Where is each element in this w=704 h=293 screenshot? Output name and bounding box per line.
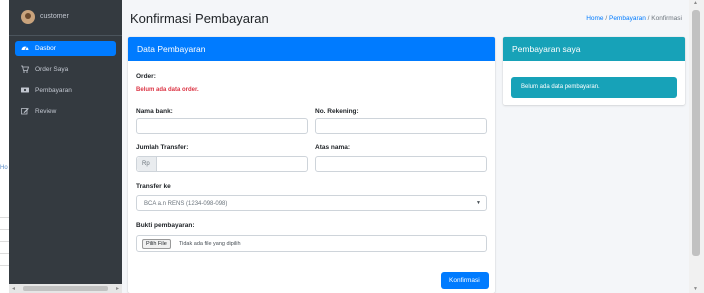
breadcrumb-current: Konfirmasi xyxy=(651,15,682,22)
divider xyxy=(0,241,9,242)
breadcrumb-pembayaran-link[interactable]: Pembayaran xyxy=(609,15,646,22)
divider xyxy=(0,217,9,218)
currency-prefix: Rp xyxy=(137,157,157,171)
sidebar-item-dasbor[interactable]: Dasbor xyxy=(15,41,116,56)
sidebar-item-review[interactable]: Review xyxy=(15,104,116,119)
choose-file-button[interactable]: Pilih File xyxy=(142,239,171,249)
scroll-right-icon[interactable]: ▸ xyxy=(116,285,119,292)
cart-icon xyxy=(21,65,29,73)
user-name: customer xyxy=(40,13,69,20)
account-holder-input[interactable] xyxy=(315,156,487,172)
sidebar-nav: Dasbor Order Saya Pembayaran Review xyxy=(9,41,122,125)
breadcrumb-separator: / xyxy=(647,15,650,22)
breadcrumb-home-link[interactable]: Home xyxy=(586,15,603,22)
file-status: Tidak ada file yang dipilih xyxy=(179,241,241,247)
transfer-amount-input[interactable]: Rp xyxy=(136,156,308,172)
scroll-down-icon[interactable]: ▼ xyxy=(693,286,698,292)
page-title: Konfirmasi Pembayaran xyxy=(130,11,269,26)
account-number-label: No. Rekening: xyxy=(315,108,359,115)
confirm-button[interactable]: Konfirmasi xyxy=(441,272,489,289)
background-window-label: Ho xyxy=(0,165,8,171)
card-title: Pembayaran saya xyxy=(512,44,581,54)
transfer-amount-label: Jumlah Transfer: xyxy=(136,144,189,151)
sidebar-horizontal-scrollbar[interactable]: ◂ ▸ xyxy=(9,284,122,293)
divider xyxy=(0,253,9,254)
divider xyxy=(0,229,9,230)
payment-card-icon xyxy=(21,87,29,93)
transfer-to-select[interactable]: BCA a.n RENS (1234-098-098) ▼ xyxy=(136,195,487,211)
account-holder-label: Atas nama: xyxy=(315,144,351,151)
sidebar-item-pembayaran[interactable]: Pembayaran xyxy=(15,83,116,98)
sidebar-item-label: Review xyxy=(35,108,57,115)
sidebar-item-label: Dasbor xyxy=(35,45,56,52)
proof-label: Bukti pembayaran: xyxy=(136,222,195,229)
my-payments-card: Pembayaran saya Belum ada data pembayara… xyxy=(503,37,685,105)
scroll-left-icon[interactable]: ◂ xyxy=(12,285,15,292)
order-label: Order: xyxy=(136,73,156,80)
dashboard-icon xyxy=(21,46,29,51)
user-panel[interactable]: customer xyxy=(9,0,122,36)
scrollbar-thumb[interactable] xyxy=(692,10,700,256)
divider xyxy=(0,265,9,266)
sidebar-item-label: Order Saya xyxy=(35,66,69,73)
sidebar-item-label: Pembayaran xyxy=(35,87,72,94)
order-error-message: Belum ada data order. xyxy=(136,87,199,93)
scrollbar-thumb[interactable] xyxy=(23,286,108,291)
bank-name-input[interactable] xyxy=(136,118,308,134)
empty-payments-alert: Belum ada data pembayaran. xyxy=(511,77,677,98)
page-vertical-scrollbar[interactable]: ▲ ▼ xyxy=(689,0,704,293)
sidebar-item-order-saya[interactable]: Order Saya xyxy=(15,62,116,77)
breadcrumb-separator: / xyxy=(605,15,608,22)
bank-name-label: Nama bank: xyxy=(136,108,173,115)
card-header: Pembayaran saya xyxy=(503,37,685,61)
edit-icon xyxy=(21,108,29,115)
payment-data-card: Data Pembayaran Order: Belum ada data or… xyxy=(128,37,495,293)
sidebar: customer Dasbor Order Saya Pembayaran Re… xyxy=(9,0,122,293)
transfer-to-selected: BCA a.n RENS (1234-098-098) xyxy=(144,201,228,207)
chevron-down-icon: ▼ xyxy=(476,200,481,206)
card-title: Data Pembayaran xyxy=(137,44,206,54)
breadcrumb: Home / Pembayaran / Konfirmasi xyxy=(586,15,682,22)
transfer-to-label: Transfer ke xyxy=(136,183,171,190)
background-window-strip: Ho xyxy=(0,0,9,293)
account-number-input[interactable] xyxy=(315,118,487,134)
proof-file-input[interactable]: Pilih File Tidak ada file yang dipilih xyxy=(136,235,487,252)
avatar xyxy=(21,10,35,24)
scroll-up-icon[interactable]: ▲ xyxy=(693,0,698,6)
card-header: Data Pembayaran xyxy=(128,37,495,61)
